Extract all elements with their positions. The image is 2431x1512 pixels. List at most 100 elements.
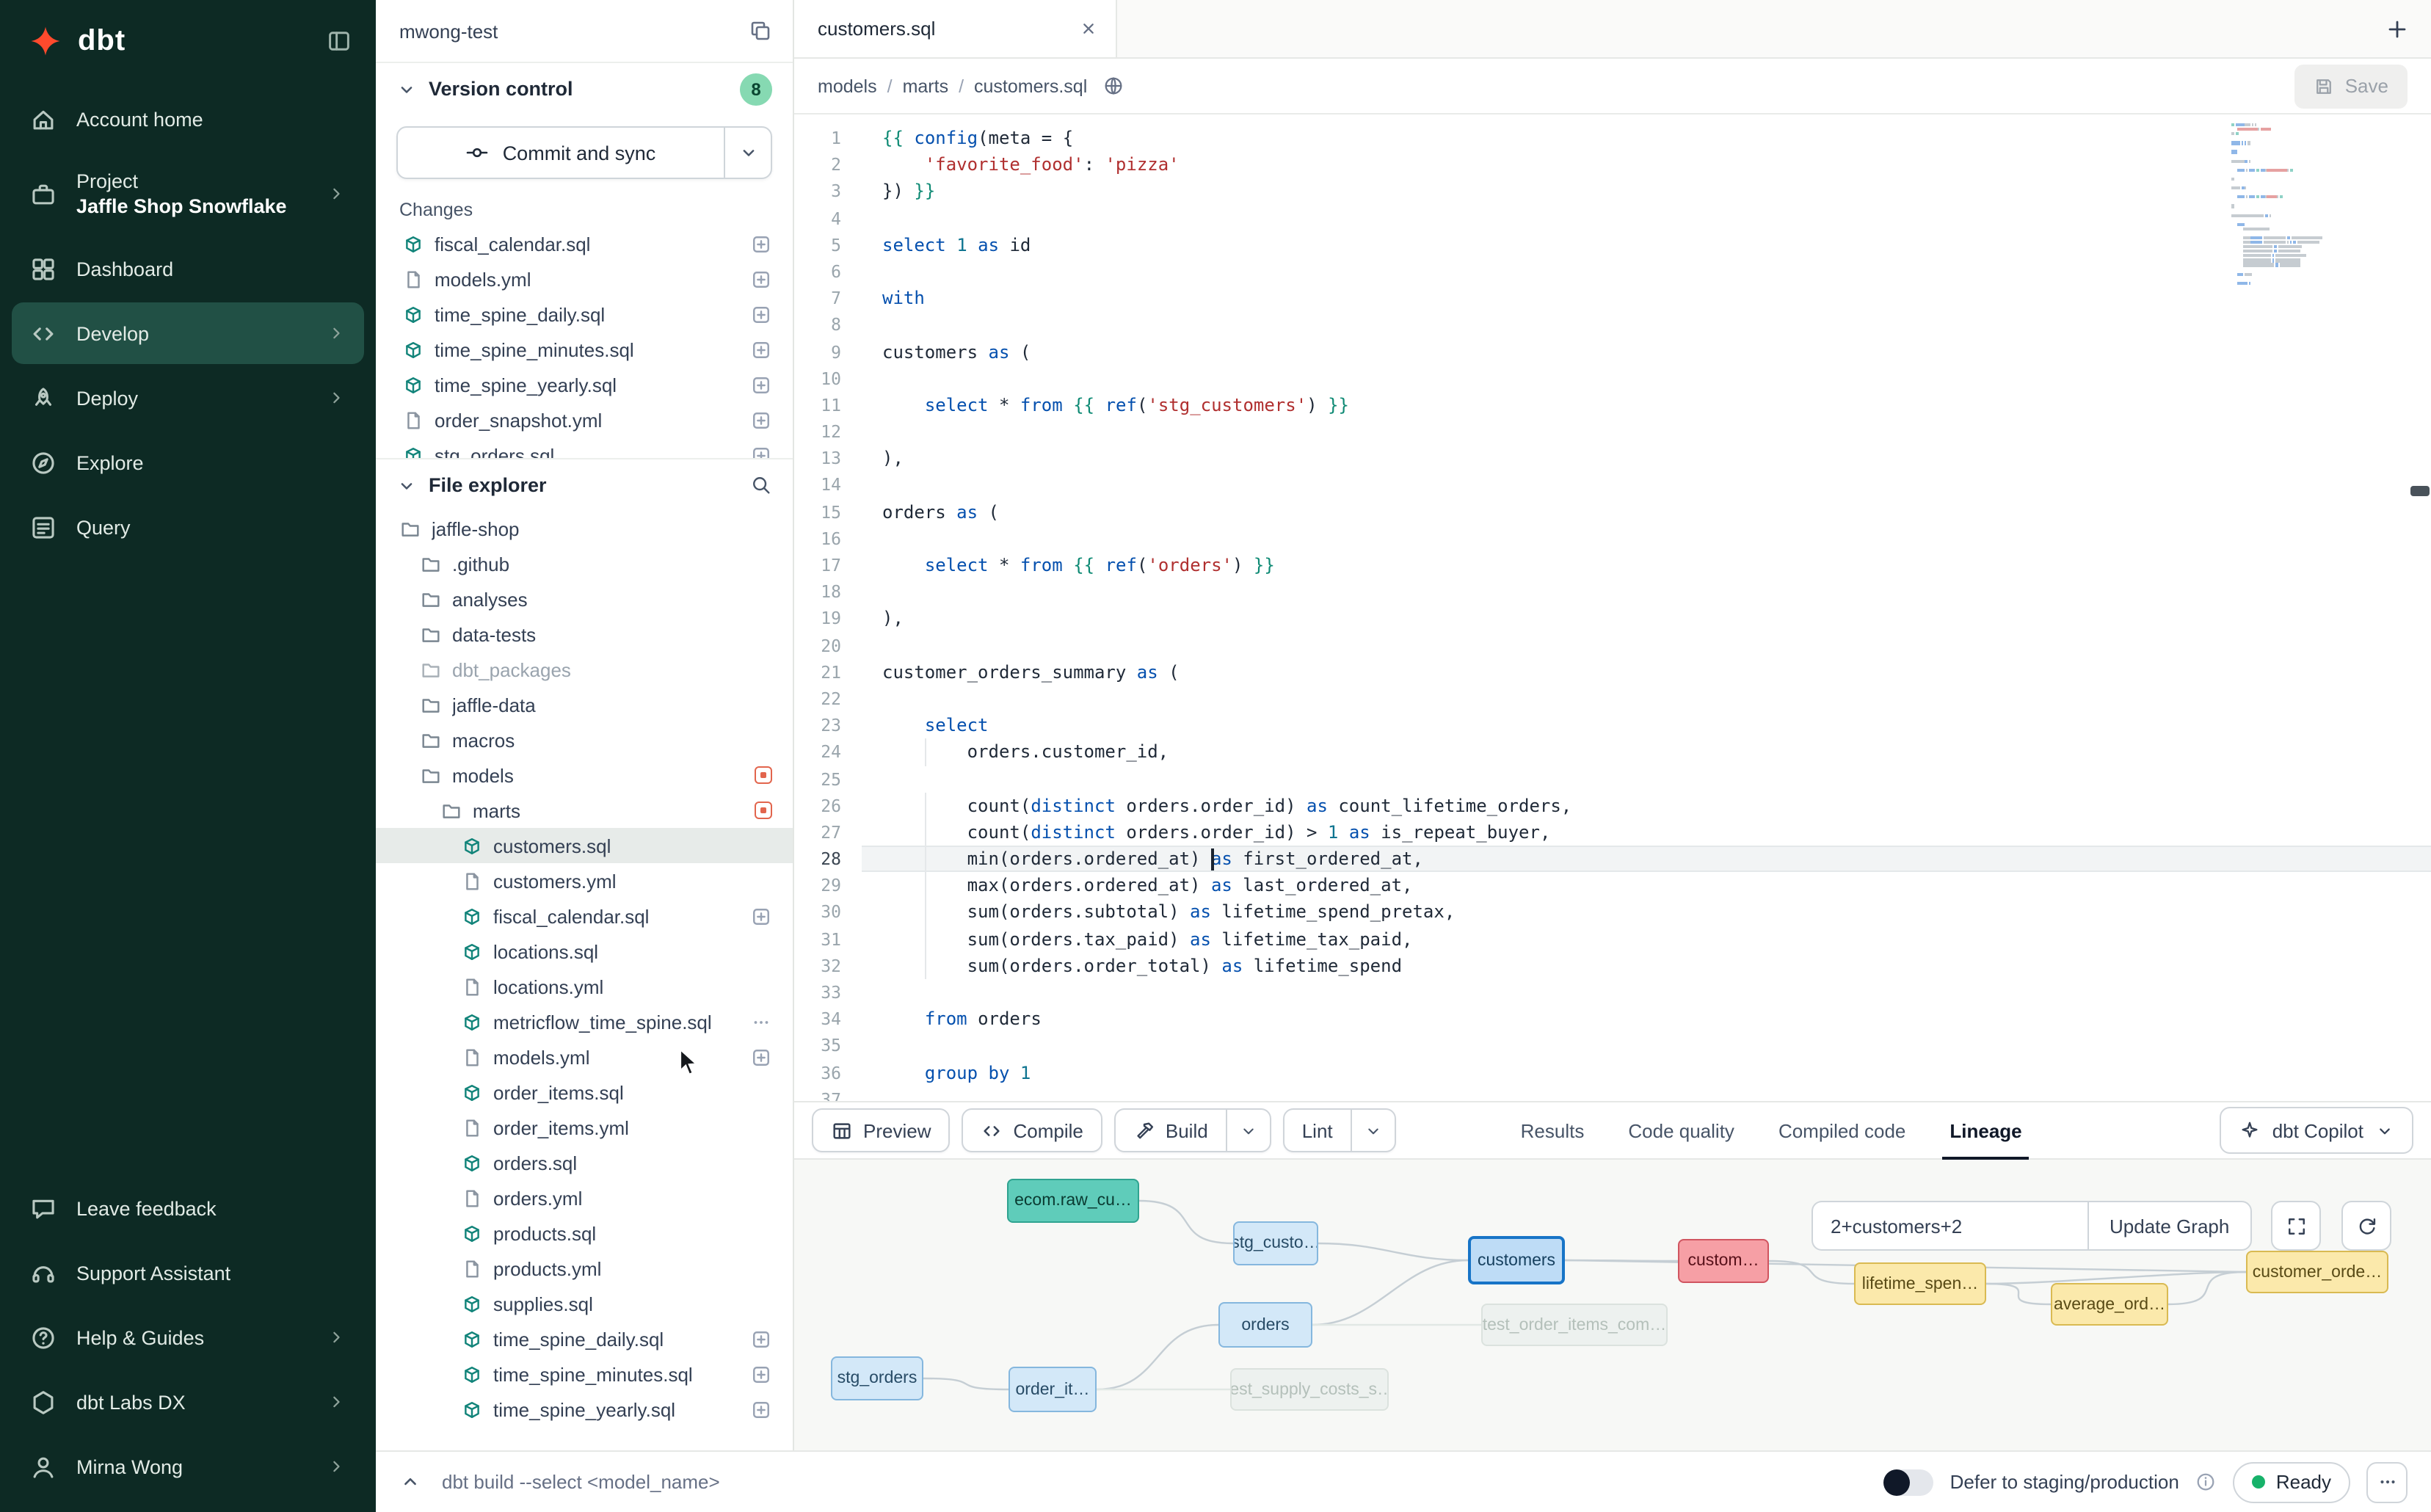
nav-item-dbt-labs-dx[interactable]: dbt Labs DX <box>12 1371 364 1433</box>
copy-branch-button[interactable] <box>749 19 772 43</box>
tab-results[interactable]: Results <box>1499 1102 1607 1158</box>
nav-item-develop[interactable]: Develop <box>12 302 364 364</box>
tree-item-models[interactable]: models <box>376 757 793 793</box>
lineage-node-orders[interactable]: orders <box>1218 1302 1312 1348</box>
nav-item-help-guides[interactable]: Help & Guides <box>12 1306 364 1368</box>
tree-item-analyses[interactable]: analyses <box>376 581 793 617</box>
stage-file-icon[interactable] <box>750 1398 772 1420</box>
tree-item-orders-yml[interactable]: orders.yml <box>376 1180 793 1215</box>
tree-item-macros[interactable]: macros <box>376 722 793 757</box>
command-input-placeholder[interactable]: dbt build --select <model_name> <box>442 1471 720 1493</box>
tree-item-products-yml[interactable]: products.yml <box>376 1251 793 1286</box>
change-item-stg-orders-sql[interactable]: stg_orders.sql <box>376 437 793 458</box>
nav-item-dashboard[interactable]: Dashboard <box>12 238 364 299</box>
dbt-logo[interactable]: dbt <box>26 22 126 60</box>
version-control-header[interactable]: Version control 8 <box>376 62 793 115</box>
nav-item-support-assistant[interactable]: Support Assistant <box>12 1242 364 1304</box>
tree-item-metricflow-time-spine-sql[interactable]: metricflow_time_spine.sql <box>376 1004 793 1039</box>
preview-button-main[interactable]: Preview <box>813 1110 949 1151</box>
expand-command-drawer-button[interactable] <box>399 1471 421 1493</box>
compile-button-main[interactable]: Compile <box>964 1110 1101 1151</box>
nav-item-leave-feedback[interactable]: Leave feedback <box>12 1177 364 1239</box>
tree-item-time-spine-yearly-sql[interactable]: time_spine_yearly.sql <box>376 1392 793 1427</box>
build-options-button[interactable] <box>1226 1110 1270 1151</box>
save-button[interactable]: Save <box>2295 64 2408 108</box>
lineage-panel[interactable]: ecom.raw_cu…stg_custo…customerscustom…li… <box>794 1160 2431 1450</box>
file-options-icon[interactable] <box>750 1011 772 1033</box>
change-item-models-yml[interactable]: models.yml <box>376 261 793 297</box>
tree-item-locations-yml[interactable]: locations.yml <box>376 969 793 1004</box>
more-options-button[interactable] <box>2366 1461 2408 1502</box>
info-icon[interactable] <box>2195 1471 2217 1493</box>
tree-item-github[interactable]: .github <box>376 546 793 581</box>
tree-item-fiscal-calendar-sql[interactable]: fiscal_calendar.sql <box>376 898 793 934</box>
stage-file-icon[interactable] <box>750 905 772 927</box>
lineage-node-customer_orders[interactable]: customer_orde… <box>2246 1251 2388 1293</box>
lint-button[interactable]: Lint <box>1283 1108 1396 1152</box>
docs-globe-icon[interactable] <box>1102 75 1124 97</box>
stage-file-icon[interactable] <box>750 1363 772 1385</box>
tree-item-customers-sql[interactable]: customers.sql <box>376 828 793 863</box>
close-tab-icon[interactable] <box>1079 19 1098 38</box>
tree-item-time-spine-minutes-sql[interactable]: time_spine_minutes.sql <box>376 1356 793 1392</box>
stage-file-icon[interactable] <box>750 409 772 431</box>
nav-item-account-home[interactable]: Account home <box>12 88 364 150</box>
tab-code-quality[interactable]: Code quality <box>1606 1102 1756 1158</box>
update-graph-button[interactable]: Update Graph <box>2087 1201 2251 1251</box>
tree-item-dbt-packages[interactable]: dbt_packages <box>376 652 793 687</box>
tree-item-jaffle-data[interactable]: jaffle-data <box>376 687 793 722</box>
lineage-node-average_order[interactable]: average_ord… <box>2051 1283 2168 1326</box>
file-explorer-header[interactable]: File explorer <box>376 458 793 511</box>
lineage-node-stg_orders[interactable]: stg_orders <box>831 1356 923 1400</box>
stage-file-icon[interactable] <box>750 338 772 360</box>
build-button[interactable]: Build <box>1114 1108 1271 1152</box>
tree-item-data-tests[interactable]: data-tests <box>376 617 793 652</box>
nav-item-user[interactable]: Mirna Wong <box>12 1436 364 1497</box>
lint-options-button[interactable] <box>1351 1110 1395 1151</box>
lineage-node-lifetime_spend[interactable]: lifetime_spen… <box>1854 1262 1986 1305</box>
change-item-fiscal-calendar-sql[interactable]: fiscal_calendar.sql <box>376 226 793 261</box>
scrollbar-thumb[interactable] <box>2410 486 2430 496</box>
refresh-graph-button[interactable] <box>2341 1201 2391 1251</box>
tree-item-order-items-yml[interactable]: order_items.yml <box>376 1110 793 1145</box>
tree-item-order-items-sql[interactable]: order_items.sql <box>376 1075 793 1110</box>
change-item-time-spine-daily-sql[interactable]: time_spine_daily.sql <box>376 297 793 332</box>
tree-item-locations-sql[interactable]: locations.sql <box>376 934 793 969</box>
stage-file-icon[interactable] <box>750 374 772 396</box>
stage-file-icon[interactable] <box>750 303 772 325</box>
tree-item-marts[interactable]: marts <box>376 793 793 828</box>
lineage-node-stg_customers[interactable]: stg_custo… <box>1233 1221 1318 1265</box>
lineage-node-customers_red[interactable]: custom… <box>1678 1239 1769 1283</box>
tab-lineage[interactable]: Lineage <box>1927 1102 2043 1158</box>
change-item-time-spine-yearly-sql[interactable]: time_spine_yearly.sql <box>376 367 793 402</box>
tree-item-supplies-sql[interactable]: supplies.sql <box>376 1286 793 1321</box>
nav-item-deploy[interactable]: Deploy <box>12 367 364 429</box>
status-ready-badge[interactable]: Ready <box>2234 1461 2350 1502</box>
change-item-order-snapshot-yml[interactable]: order_snapshot.yml <box>376 402 793 437</box>
commit-and-sync-button[interactable]: Commit and sync <box>398 128 724 178</box>
tree-item-products-sql[interactable]: products.sql <box>376 1215 793 1251</box>
search-icon[interactable] <box>750 474 772 496</box>
lineage-node-test_order_items[interactable]: test_order_items_com… <box>1481 1304 1668 1346</box>
minimap[interactable] <box>2231 123 2346 291</box>
tree-item-time-spine-daily-sql[interactable]: time_spine_daily.sql <box>376 1321 793 1356</box>
lineage-node-ecom_raw[interactable]: ecom.raw_cu… <box>1007 1179 1139 1223</box>
tree-item-customers-yml[interactable]: customers.yml <box>376 863 793 898</box>
breadcrumb-file[interactable]: customers.sql <box>974 76 1087 96</box>
lineage-node-order_items[interactable]: order_it… <box>1009 1367 1097 1412</box>
stage-file-icon[interactable] <box>750 444 772 458</box>
stage-file-icon[interactable] <box>750 1328 772 1350</box>
preview-button[interactable]: Preview <box>812 1108 951 1152</box>
lineage-node-test_supply[interactable]: test_supply_costs_s… <box>1230 1368 1389 1411</box>
fullscreen-button[interactable] <box>2271 1201 2321 1251</box>
nav-item-explore[interactable]: Explore <box>12 432 364 493</box>
breadcrumb-models[interactable]: models <box>818 76 877 96</box>
lint-button-main[interactable]: Lint <box>1284 1110 1351 1151</box>
commit-options-button[interactable] <box>724 128 771 178</box>
code-editor[interactable]: 1234567891011121314151617181920212223242… <box>794 115 2431 1101</box>
lineage-selector-input[interactable] <box>1812 1201 2087 1251</box>
editor-tab-customers-sql[interactable]: customers.sql <box>794 0 1117 57</box>
stage-file-icon[interactable] <box>750 268 772 290</box>
tree-item-orders-sql[interactable]: orders.sql <box>376 1145 793 1180</box>
dbt-copilot-button[interactable]: dbt Copilot <box>2220 1107 2413 1154</box>
